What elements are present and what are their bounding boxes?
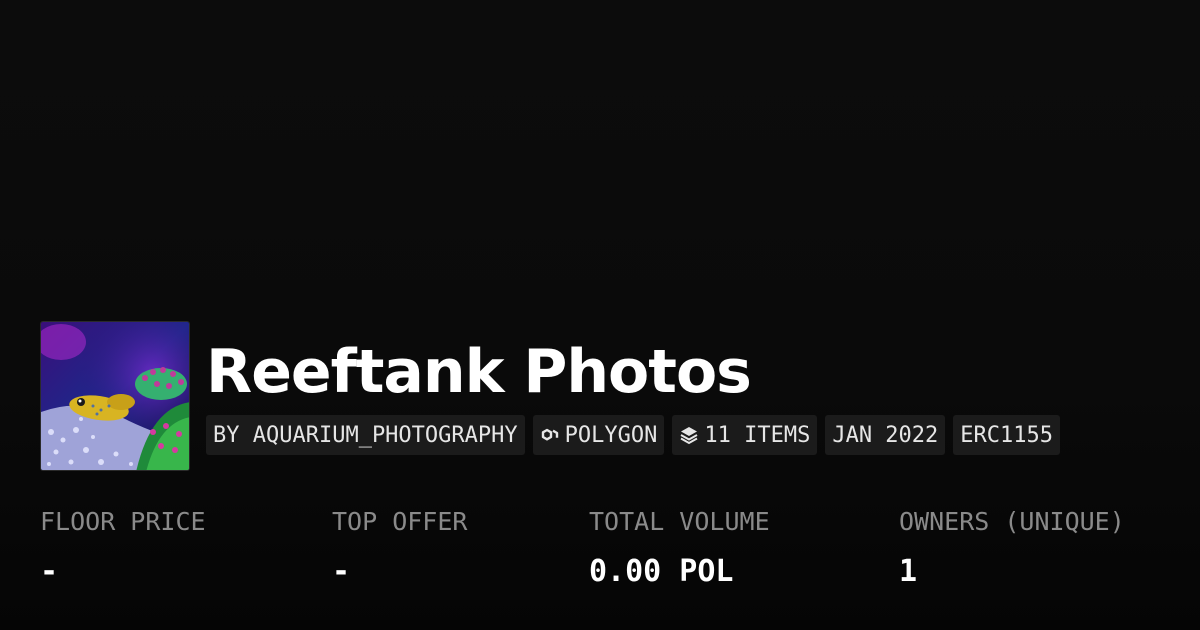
stat-floor-price: FLOOR PRICE - — [40, 505, 206, 590]
token-standard-label: ERC1155 — [960, 422, 1054, 448]
stat-value: 0.00 POL — [589, 554, 734, 589]
created-date-label: JAN 2022 — [832, 422, 939, 448]
stat-top-offer: TOP OFFER - — [332, 505, 467, 590]
collection-thumbnail[interactable] — [40, 321, 190, 471]
items-count-tag[interactable]: 11 ITEMS — [672, 415, 818, 455]
stat-value: 1 — [899, 554, 918, 589]
collection-tags: BY AQUARIUM_PHOTOGRAPHY POLYGON 11 ITEMS… — [206, 415, 1061, 455]
collection-title: Reeftank Photos — [206, 337, 752, 407]
stat-label: TOTAL VOLUME — [589, 507, 770, 536]
creator-tag-label: BY AQUARIUM_PHOTOGRAPHY — [213, 422, 518, 448]
stat-label: OWNERS (UNIQUE) — [899, 507, 1125, 536]
token-standard-tag: ERC1155 — [953, 415, 1061, 455]
stat-value: - — [332, 554, 351, 589]
items-count-label: 11 ITEMS — [704, 422, 811, 448]
chain-link-icon — [540, 425, 560, 445]
stat-total-volume: TOTAL VOLUME 0.00 POL — [589, 505, 770, 590]
chain-tag[interactable]: POLYGON — [532, 415, 665, 455]
stat-label: TOP OFFER — [332, 507, 468, 536]
stat-owners: OWNERS (UNIQUE) 1 — [899, 505, 1125, 590]
chain-tag-label: POLYGON — [564, 422, 658, 448]
layers-icon — [679, 425, 699, 445]
creator-tag[interactable]: BY AQUARIUM_PHOTOGRAPHY — [206, 415, 525, 455]
collection-share-card: Reeftank Photos BY AQUARIUM_PHOTOGRAPHY … — [0, 0, 1200, 630]
stat-value: - — [40, 554, 59, 589]
created-date-tag: JAN 2022 — [825, 415, 946, 455]
reef-aquarium-photo — [41, 322, 189, 470]
stat-label: FLOOR PRICE — [40, 507, 206, 536]
collection-stats: FLOOR PRICE - TOP OFFER - TOTAL VOLUME 0… — [0, 505, 1200, 605]
